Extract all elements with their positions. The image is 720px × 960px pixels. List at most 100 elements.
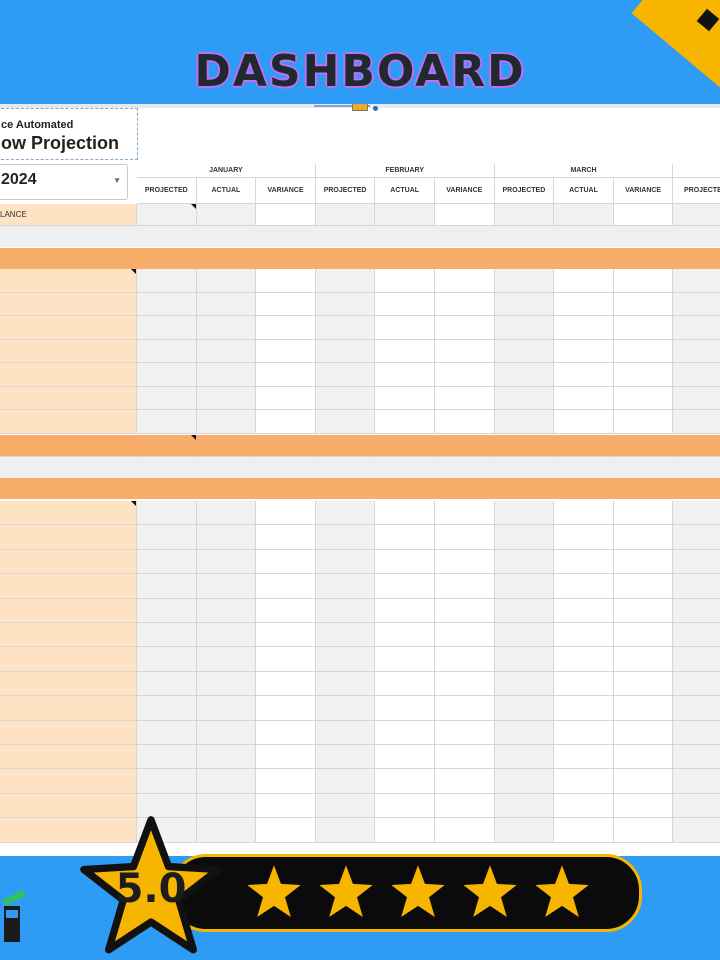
outflow-cell[interactable] xyxy=(673,501,720,526)
inflow-cell[interactable] xyxy=(673,363,720,387)
outflow-cell[interactable] xyxy=(494,769,555,794)
inflow-cell[interactable] xyxy=(375,410,435,434)
outflow-variance-cell[interactable] xyxy=(613,623,674,648)
outflow-cell[interactable] xyxy=(315,745,376,770)
outflow-cell[interactable] xyxy=(256,574,316,599)
inflow-cell[interactable] xyxy=(256,316,316,340)
outflow-cell[interactable] xyxy=(673,647,720,672)
outflow-variance-cell[interactable] xyxy=(613,525,674,550)
outflow-variance-cell[interactable] xyxy=(613,696,674,721)
outflow-cell[interactable] xyxy=(375,647,435,672)
outflow-cell[interactable] xyxy=(554,525,614,550)
inflow-variance-cell[interactable] xyxy=(613,386,674,410)
outflow-cell[interactable] xyxy=(494,720,555,745)
outflow-cell[interactable] xyxy=(315,623,376,648)
outflow-cell[interactable] xyxy=(256,793,316,819)
outflow-cell[interactable] xyxy=(256,623,316,648)
outflow-variance-cell[interactable] xyxy=(613,769,674,794)
outflow-variance-cell[interactable] xyxy=(435,818,495,843)
outflow-cell[interactable] xyxy=(137,549,197,575)
inflow-cell[interactable] xyxy=(137,410,197,434)
outflow-cell[interactable] xyxy=(494,745,555,770)
outflow-cell[interactable] xyxy=(494,549,555,575)
outflow-variance-cell[interactable] xyxy=(435,793,495,819)
outflow-cell[interactable] xyxy=(494,574,555,599)
outflow-cell[interactable] xyxy=(375,525,435,550)
title-box[interactable]: ce Automated ow Projection xyxy=(0,108,138,160)
outflow-cell[interactable] xyxy=(494,598,555,623)
outflow-cell[interactable] xyxy=(315,549,376,575)
inflow-cell[interactable] xyxy=(673,316,720,340)
outflow-cell[interactable] xyxy=(673,598,720,623)
inflow-cell[interactable] xyxy=(137,386,197,410)
chevron-down-icon[interactable]: ▼ xyxy=(113,176,121,185)
outflow-variance-cell[interactable] xyxy=(613,793,674,819)
comment-marker-icon[interactable] xyxy=(131,501,136,506)
opening-cell[interactable] xyxy=(137,204,197,226)
outflow-cell[interactable] xyxy=(375,769,435,794)
opening-variance-cell[interactable] xyxy=(435,204,495,226)
inflow-cell[interactable] xyxy=(196,339,257,363)
outflow-variance-cell[interactable] xyxy=(613,647,674,672)
opening-variance-cell[interactable] xyxy=(613,204,674,226)
inflow-cell[interactable] xyxy=(137,339,197,363)
outflow-variance-cell[interactable] xyxy=(613,671,674,697)
outflow-cell[interactable] xyxy=(256,818,316,843)
outflow-cell[interactable] xyxy=(554,623,614,648)
inflow-cell[interactable] xyxy=(256,339,316,363)
outflow-cell[interactable] xyxy=(673,671,720,697)
outflow-cell[interactable] xyxy=(494,818,555,843)
spreadsheet[interactable]: JANUARY FEBRUARY MARCH PROJECTED ACTUAL VARIA… xyxy=(0,104,720,856)
inflow-cell[interactable] xyxy=(256,410,316,434)
inflow-cell[interactable] xyxy=(256,292,316,316)
outflow-cell[interactable] xyxy=(196,623,257,648)
opening-cell[interactable] xyxy=(494,204,555,226)
outflow-cell[interactable] xyxy=(256,647,316,672)
outflow-variance-cell[interactable] xyxy=(435,696,495,721)
outflow-cell[interactable] xyxy=(375,696,435,721)
inflow-variance-cell[interactable] xyxy=(613,316,674,340)
outflow-cell[interactable] xyxy=(375,793,435,819)
outflow-cell[interactable] xyxy=(315,501,376,526)
inflow-cell[interactable] xyxy=(256,386,316,410)
inflow-variance-cell[interactable] xyxy=(435,410,495,434)
inflow-cell[interactable] xyxy=(196,316,257,340)
outflow-variance-cell[interactable] xyxy=(613,574,674,599)
outflow-cell[interactable] xyxy=(673,574,720,599)
inflow-cell[interactable] xyxy=(554,339,614,363)
opening-cell[interactable] xyxy=(375,204,435,226)
inflow-variance-cell[interactable] xyxy=(613,292,674,316)
inflow-cell[interactable] xyxy=(494,316,555,340)
inflow-variance-cell[interactable] xyxy=(435,269,495,293)
outflow-cell[interactable] xyxy=(554,769,614,794)
outflow-cell[interactable] xyxy=(554,598,614,623)
inflow-cell[interactable] xyxy=(375,339,435,363)
inflow-cell[interactable] xyxy=(137,363,197,387)
year-select[interactable]: 2024 ▼ xyxy=(0,164,128,200)
outflow-cell[interactable] xyxy=(315,793,376,819)
inflow-cell[interactable] xyxy=(315,269,376,293)
opening-cell[interactable] xyxy=(554,204,614,226)
outflow-cell[interactable] xyxy=(137,745,197,770)
inflow-variance-cell[interactable] xyxy=(613,363,674,387)
inflow-cell[interactable] xyxy=(375,316,435,340)
inflow-cell[interactable] xyxy=(673,410,720,434)
outflow-cell[interactable] xyxy=(256,671,316,697)
inflow-cell[interactable] xyxy=(554,363,614,387)
outflow-cell[interactable] xyxy=(375,623,435,648)
inflow-variance-cell[interactable] xyxy=(435,292,495,316)
inflow-cell[interactable] xyxy=(315,363,376,387)
outflow-cell[interactable] xyxy=(673,769,720,794)
outflow-cell[interactable] xyxy=(256,696,316,721)
outflow-variance-cell[interactable] xyxy=(613,720,674,745)
outflow-cell[interactable] xyxy=(196,720,257,745)
outflow-cell[interactable] xyxy=(196,525,257,550)
inflow-cell[interactable] xyxy=(554,410,614,434)
outflow-cell[interactable] xyxy=(137,769,197,794)
outflow-cell[interactable] xyxy=(494,501,555,526)
comment-marker-icon[interactable] xyxy=(190,434,196,440)
inflow-variance-cell[interactable] xyxy=(613,269,674,293)
inflow-cell[interactable] xyxy=(494,386,555,410)
inflow-cell[interactable] xyxy=(315,292,376,316)
outflow-cell[interactable] xyxy=(673,818,720,843)
